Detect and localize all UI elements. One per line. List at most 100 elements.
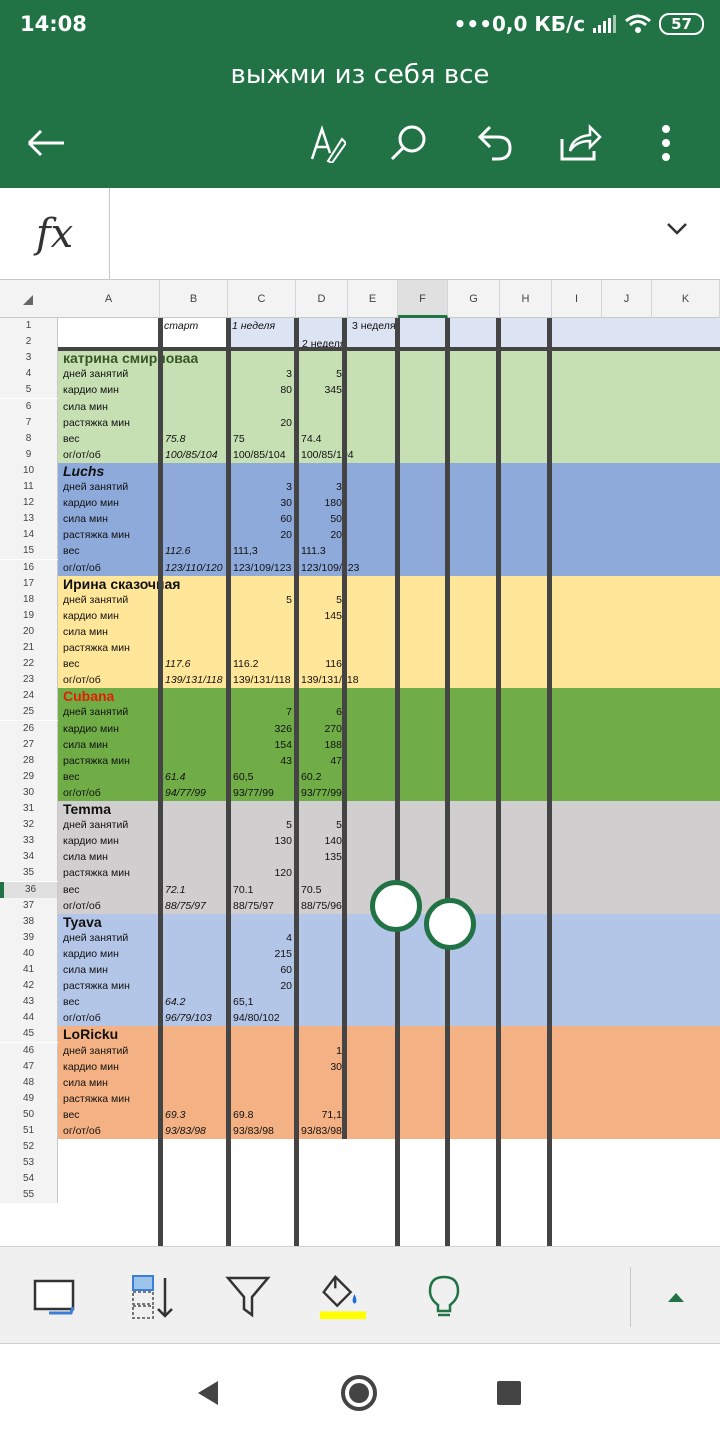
row-header[interactable]: 17 [0,575,58,592]
row-header[interactable]: 54 [0,1171,58,1188]
cell-start-value: 69.3 [165,1108,186,1121]
sort-icon [132,1275,173,1319]
row-header[interactable]: 38 [0,913,58,930]
select-button[interactable] [28,1273,80,1321]
row-header[interactable]: 52 [0,1139,58,1156]
column-header-e[interactable]: E [348,280,398,318]
cell-a1[interactable] [58,318,158,351]
row-header[interactable]: 9 [0,446,58,463]
column-header-g[interactable]: G [448,280,500,318]
row-header[interactable]: 51 [0,1123,58,1140]
row-header[interactable]: 15 [0,543,58,560]
row-header[interactable]: 53 [0,1155,58,1172]
column-header-b[interactable]: B [160,280,228,318]
row-header[interactable]: 7 [0,414,58,431]
row-header[interactable]: 45 [0,1026,58,1043]
row-header[interactable]: 24 [0,688,58,705]
row-header[interactable]: 10 [0,462,58,479]
row-header[interactable]: 2 [0,334,58,351]
chevron-down-icon[interactable] [666,222,688,236]
row-header[interactable]: 48 [0,1074,58,1091]
nav-back-icon[interactable] [196,1380,220,1406]
row-header[interactable]: 1 [0,318,58,335]
row-header[interactable]: 29 [0,768,58,785]
search-button[interactable] [384,118,432,168]
row-header[interactable]: 37 [0,897,58,914]
back-button[interactable] [22,118,70,168]
cell-week1-value: 30 [280,497,292,510]
row-header[interactable]: 30 [0,784,58,801]
nav-home-icon[interactable] [340,1374,378,1412]
row-header[interactable]: 16 [0,559,58,576]
cell-week1-value: 116.2 [233,658,259,671]
row-header[interactable]: 49 [0,1090,58,1107]
cell-week2-value: 188 [324,738,342,751]
row-header[interactable]: 26 [0,720,58,737]
row-header[interactable]: 23 [0,672,58,689]
row-header[interactable]: 31 [0,801,58,818]
cell-week1-value: 5 [286,593,292,606]
row-header[interactable]: 5 [0,382,58,399]
cell-week2-value: 180 [324,497,342,510]
row-header[interactable]: 11 [0,479,58,496]
more-options-button[interactable] [642,118,690,168]
select-all-icon[interactable] [22,294,34,306]
edit-text-button[interactable] [302,118,350,168]
column-header-f[interactable]: F [398,280,448,318]
row-header[interactable]: 13 [0,511,58,528]
row-header[interactable]: 21 [0,640,58,657]
column-header-a[interactable]: A [58,280,160,318]
row-header[interactable]: 55 [0,1187,58,1204]
row-header[interactable]: 40 [0,945,58,962]
selection-handle-end[interactable] [424,898,476,950]
row-header[interactable]: 44 [0,1010,58,1027]
fx-icon[interactable]: fx [0,188,110,280]
row-header[interactable]: 41 [0,962,58,979]
nav-recents-icon[interactable] [496,1380,522,1406]
column-header-j[interactable]: J [602,280,652,318]
row-header[interactable]: 32 [0,817,58,834]
row-header[interactable]: 14 [0,527,58,544]
row-header[interactable]: 18 [0,591,58,608]
row-label: сила мин [63,625,108,638]
row-header[interactable]: 35 [0,865,58,882]
row-header[interactable]: 8 [0,430,58,447]
row-header[interactable]: 3 [0,350,58,367]
fill-color-button[interactable] [316,1273,368,1321]
column-header-c[interactable]: C [228,280,296,318]
cell-week1-value: 60 [280,964,292,976]
share-button[interactable] [556,118,604,168]
column-header-k[interactable]: K [652,280,720,318]
cell-week2-value: 3 [336,481,342,493]
row-header[interactable]: 33 [0,833,58,850]
row-header[interactable]: 46 [0,1042,58,1059]
row-header[interactable]: 28 [0,752,58,769]
app-header: 14:08 •••0,0 КБ/с 57 выжми из себя все [0,0,720,188]
ideas-button[interactable] [418,1273,470,1321]
column-header-i[interactable]: I [552,280,602,318]
row-header[interactable]: 6 [0,398,58,415]
sort-button[interactable] [126,1273,178,1321]
filter-button[interactable] [222,1273,274,1321]
row-header[interactable]: 4 [0,366,58,383]
row-header[interactable]: 25 [0,704,58,721]
selection-handle-start[interactable] [370,880,422,932]
row-header[interactable]: 39 [0,929,58,946]
row-header[interactable]: 42 [0,978,58,995]
row-header[interactable]: 19 [0,607,58,624]
row-label: растяжка мин [63,1092,130,1105]
row-header[interactable]: 22 [0,656,58,673]
row-header[interactable]: 34 [0,849,58,866]
row-header[interactable]: 20 [0,623,58,640]
row-header[interactable]: 12 [0,495,58,512]
column-header-h[interactable]: H [500,280,552,318]
undo-button[interactable] [470,118,518,168]
column-header-d[interactable]: D [296,280,348,318]
expand-toolbar-button[interactable] [650,1273,702,1321]
row-header[interactable]: 36 [0,881,58,898]
spreadsheet-grid[interactable]: ABCDEFGHIJK старт 1 неделя 3 неделя 2 недел… [0,280,720,1246]
row-header[interactable]: 50 [0,1106,58,1123]
row-header[interactable]: 43 [0,994,58,1011]
row-header[interactable]: 47 [0,1058,58,1075]
row-header[interactable]: 27 [0,736,58,753]
